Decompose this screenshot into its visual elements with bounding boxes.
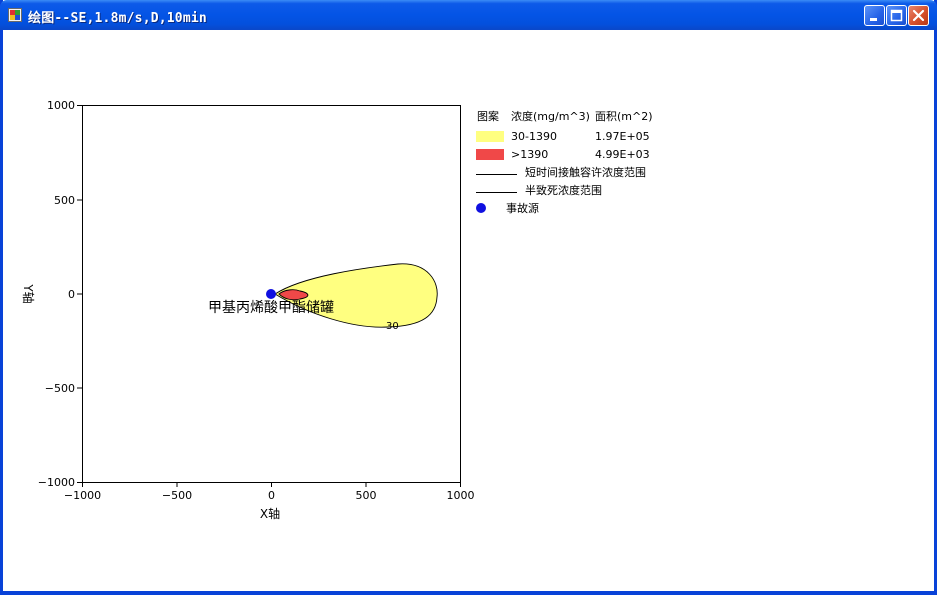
legend-swatch-high bbox=[476, 149, 504, 160]
y-axis: 1000 500 0 −500 −1000 Y轴 bbox=[21, 99, 83, 489]
x-tick-label: −1000 bbox=[64, 489, 101, 502]
x-tick-label: 500 bbox=[356, 489, 377, 502]
legend-area: 1.97E+05 bbox=[595, 130, 650, 143]
title-bar[interactable]: 绘图--SE,1.8m/s,D,10min bbox=[0, 0, 937, 30]
legend: 图案 浓度(mg/m^3) 面积(m^2) 30-1390 1.97E+05 >… bbox=[476, 109, 653, 215]
legend-area: 4.99E+03 bbox=[595, 148, 650, 161]
y-axis-label: Y轴 bbox=[21, 283, 36, 303]
legend-line-label: 半致死浓度范围 bbox=[525, 183, 602, 197]
x-tick-label: 1000 bbox=[447, 489, 475, 502]
x-tick-label: −500 bbox=[162, 489, 192, 502]
legend-header-concentration: 浓度(mg/m^3) bbox=[511, 109, 590, 123]
legend-header-pattern: 图案 bbox=[477, 109, 499, 123]
y-tick-label: 1000 bbox=[47, 99, 75, 112]
y-tick-label: 0 bbox=[68, 288, 75, 301]
legend-line-label: 短时间接触容许浓度范围 bbox=[525, 165, 646, 179]
maximize-icon bbox=[890, 9, 903, 22]
legend-swatch-low bbox=[476, 131, 504, 142]
minimize-icon bbox=[870, 18, 877, 21]
app-icon[interactable] bbox=[8, 8, 22, 22]
y-tick-label: 500 bbox=[54, 194, 75, 207]
y-tick-label: −500 bbox=[45, 382, 75, 395]
legend-header-area: 面积(m^2) bbox=[595, 110, 653, 123]
legend-range: 30-1390 bbox=[511, 130, 557, 143]
legend-source-label: 事故源 bbox=[506, 201, 539, 215]
client-area: −1000 −500 0 500 1000 X轴 1000 500 0 −500… bbox=[3, 30, 934, 591]
x-tick-label: 0 bbox=[268, 489, 275, 502]
maximize-button[interactable] bbox=[886, 5, 907, 26]
main-window: 绘图--SE,1.8m/s,D,10min −1000 −500 0 500 1… bbox=[0, 0, 937, 595]
source-label: 甲基丙烯酸甲酯储罐 bbox=[208, 299, 334, 316]
x-axis: −1000 −500 0 500 1000 X轴 bbox=[64, 482, 475, 521]
minimize-button[interactable] bbox=[864, 5, 885, 26]
window-title: 绘图--SE,1.8m/s,D,10min bbox=[28, 11, 207, 26]
legend-range: >1390 bbox=[511, 148, 548, 161]
contour-label: 30 bbox=[386, 321, 399, 332]
legend-source-marker bbox=[476, 203, 486, 213]
y-tick-label: −1000 bbox=[38, 476, 75, 489]
accident-source-marker bbox=[266, 289, 276, 299]
plot-canvas: −1000 −500 0 500 1000 X轴 1000 500 0 −500… bbox=[21, 99, 653, 521]
x-axis-label: X轴 bbox=[260, 506, 280, 521]
close-button[interactable] bbox=[908, 5, 929, 26]
close-icon bbox=[912, 9, 925, 22]
